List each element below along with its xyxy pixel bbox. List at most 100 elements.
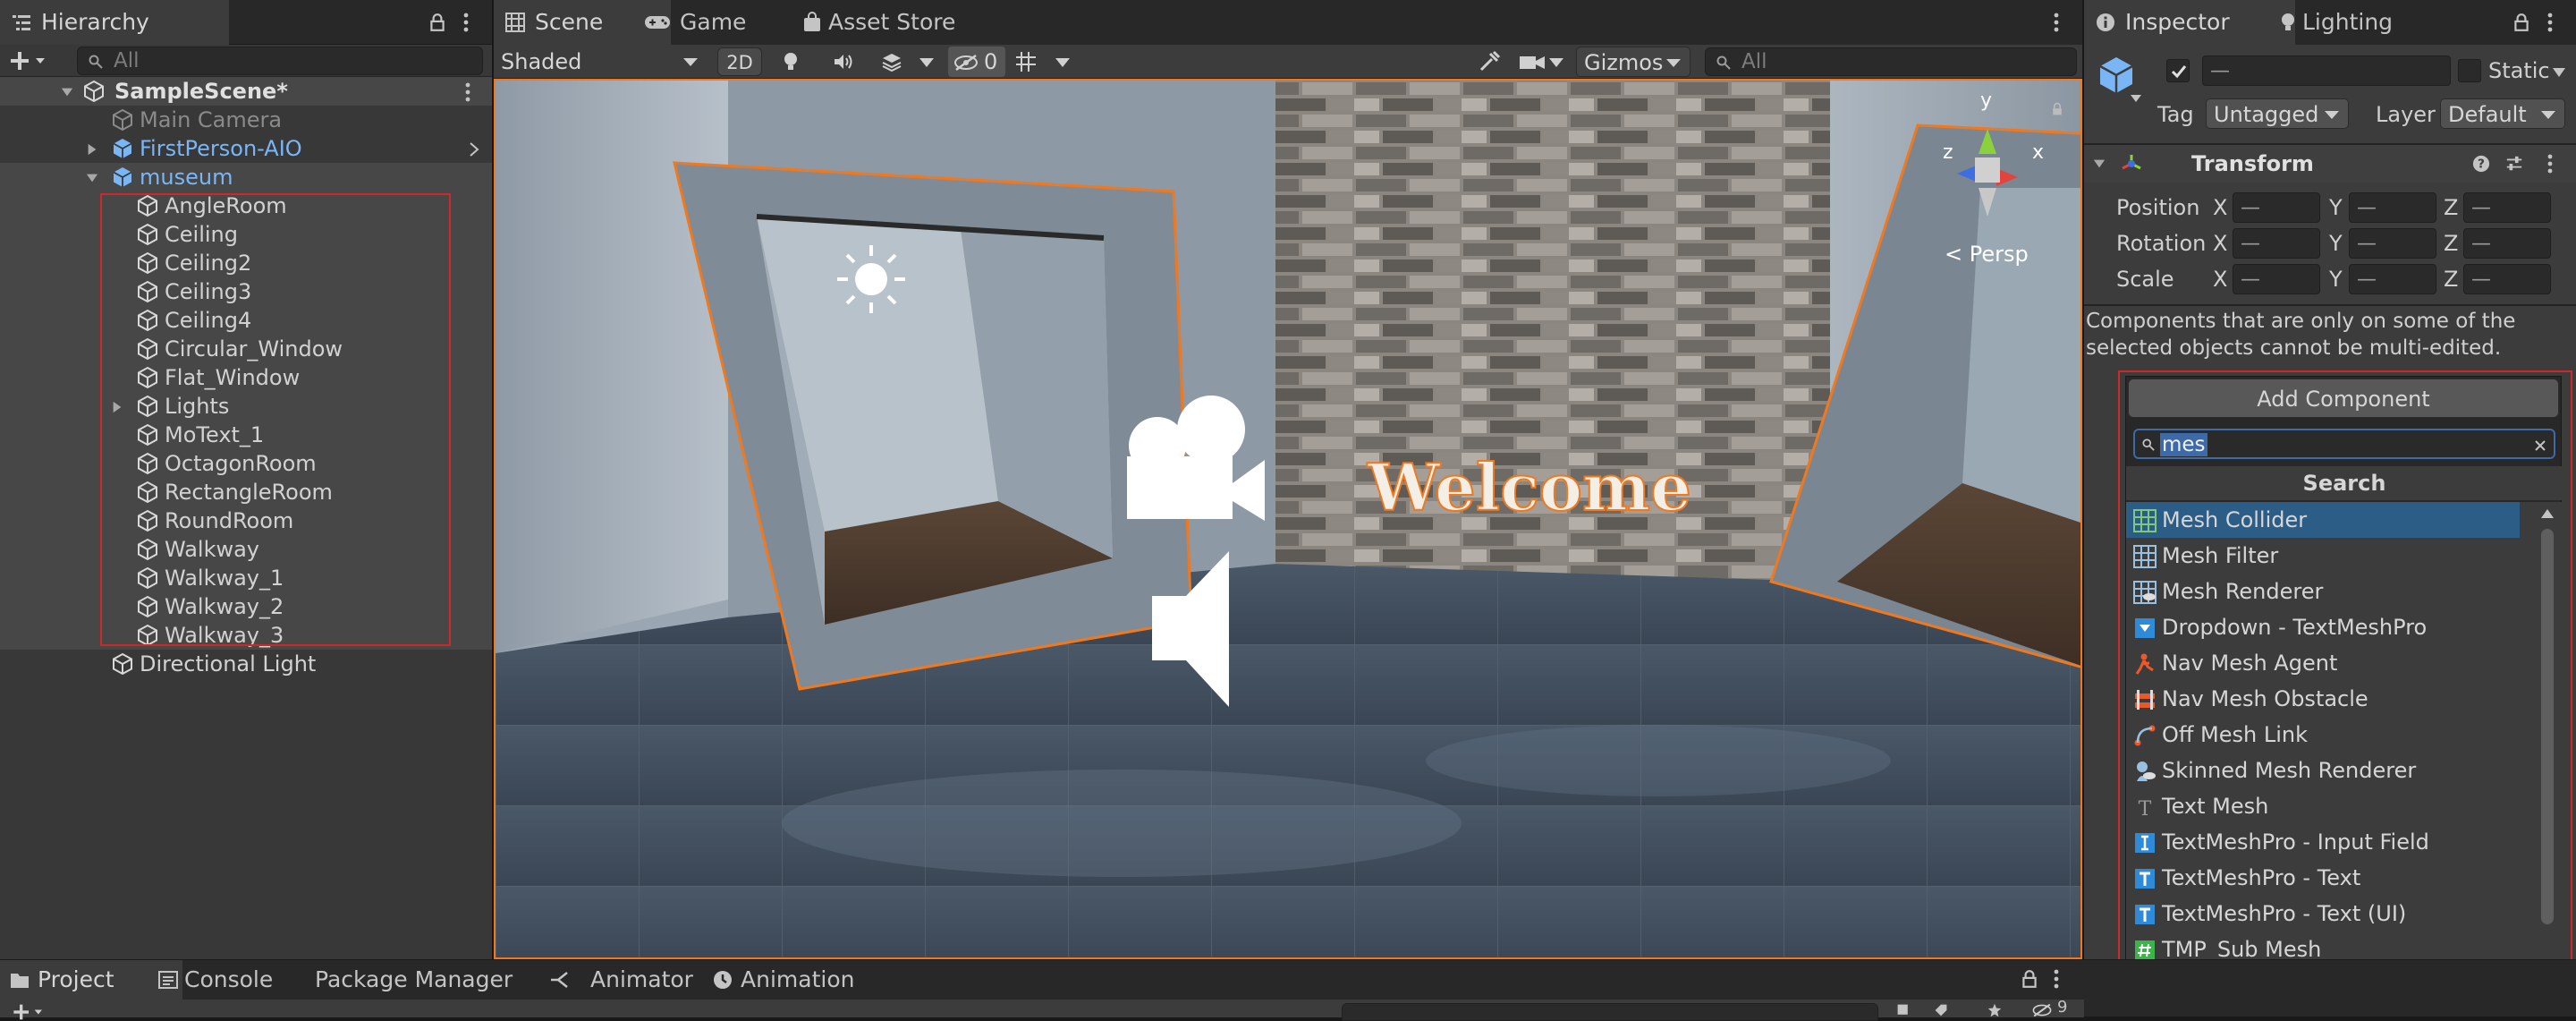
hierarchy-item[interactable]: Directional Light [0,650,492,678]
foldout-arrow-icon[interactable] [2093,157,2106,170]
filter-by-label-icon[interactable] [1932,1003,1950,1017]
effects-toggle-icon[interactable] [880,51,903,72]
favorites-star-icon[interactable] [1986,1003,2004,1017]
hierarchy-search-input[interactable]: All [77,47,483,75]
z-value-field[interactable]: — [2463,264,2551,294]
component-result-item[interactable]: T Text Mesh [2126,788,2520,824]
add-component-button[interactable]: Add Component [2128,379,2559,418]
toggle-2d-button[interactable]: 2D [717,47,762,76]
tag-dropdown[interactable]: Untagged [2206,98,2349,129]
scroll-up-icon[interactable] [2541,509,2554,518]
scene-root-row[interactable]: SampleScene* [0,77,492,106]
clear-search-icon[interactable] [2534,439,2546,452]
component-menu-icon[interactable] [2547,154,2553,174]
scene-menu-icon[interactable] [465,82,470,102]
inspector-more-icon[interactable] [2547,12,2553,33]
transform-row: Scale X — Y — Z — [2084,263,2576,295]
open-prefab-chevron-icon[interactable] [469,141,479,157]
shading-mode-dropdown[interactable]: Shaded [494,47,707,77]
static-dropdown-arrow-icon[interactable] [2553,68,2565,77]
component-result-item[interactable]: Skinned Mesh Renderer [2126,753,2520,788]
results-scrollbar[interactable] [2534,502,2561,982]
icon-dropdown-arrow-icon[interactable] [2131,95,2141,102]
component-result-item[interactable]: Nav Mesh Obstacle [2126,681,2520,717]
scene-more-options-icon[interactable] [2054,12,2059,33]
tab-asset-store[interactable]: Asset Store [780,0,1016,45]
scene-toolbar: Shaded 2D 0 Gizmos All [494,45,2082,79]
tab-package-manager[interactable]: Package Manager [286,960,538,1000]
inspector-lock-icon[interactable] [2512,13,2531,32]
camera-icon[interactable] [1519,54,1546,72]
help-icon[interactable]: ? [2472,155,2490,173]
project-search-input[interactable] [1342,1003,1878,1021]
bottom-lock-icon[interactable] [2020,969,2039,989]
y-value-field[interactable]: — [2349,264,2436,294]
presets-icon[interactable] [2504,155,2524,173]
gizmos-label: Gizmos [1584,50,1664,75]
lock-icon[interactable] [428,13,447,32]
hidden-objects-toggle[interactable]: 0 [948,47,1005,77]
mesh-collider-icon [2133,509,2157,532]
scene-search-input[interactable]: All [1705,47,2077,76]
camera-dropdown-arrow-icon[interactable] [1549,58,1563,67]
lighting-toggle-icon[interactable] [780,51,801,72]
audio-toggle-icon[interactable] [832,51,853,72]
clock-icon [714,971,732,989]
object-name-field[interactable]: — [2202,55,2451,86]
bottom-more-icon[interactable] [2054,968,2059,990]
grid-snap-icon[interactable] [1014,50,1038,73]
effects-dropdown-arrow-icon[interactable] [919,58,934,67]
gamepad-icon [645,16,670,29]
y-value-field[interactable]: — [2349,228,2436,259]
text-mesh-icon: T [2139,798,2152,819]
component-result-item[interactable]: Dropdown - TextMeshPro [2126,609,2520,645]
hidden-packages-icon[interactable] [2030,1003,2054,1017]
z-value-field[interactable]: — [2463,192,2551,223]
add-icon[interactable] [9,50,48,72]
results-list: Mesh Collider Mesh Filter Mesh Renderer Dro… [2126,502,2563,982]
component-result-item[interactable]: TextMeshPro - Input Field [2126,824,2520,860]
gizmo-lock-icon[interactable] [2050,102,2064,116]
y-value-field[interactable]: — [2349,192,2436,223]
hierarchy-item[interactable]: FirstPerson-AIO [0,134,492,163]
component-result-item[interactable]: Off Mesh Link [2126,717,2520,753]
tools-icon[interactable] [1478,50,1501,73]
x-value-field[interactable]: — [2233,264,2320,294]
collapsed-arrow-icon[interactable] [86,143,98,156]
tab-hierarchy[interactable]: Hierarchy [0,0,229,45]
scene-viewport[interactable]: Welcome y z x < Persp [494,79,2082,959]
tab-lighting[interactable]: Lighting [2258,0,2454,45]
x-value-field[interactable]: — [2233,228,2320,259]
component-result-item[interactable]: TextMeshPro - Text (UI) [2126,896,2520,932]
hierarchy-item[interactable]: museum [0,163,492,191]
component-result-label: TextMeshPro - Input Field [2162,830,2429,855]
expand-arrow-icon[interactable] [86,172,98,184]
component-result-item[interactable]: Mesh Collider [2126,502,2520,538]
component-result-item[interactable]: Mesh Filter [2126,538,2520,574]
component-result-item[interactable]: TextMeshPro - Text [2126,860,2520,896]
mixed-value: — [2241,233,2260,255]
project-add-icon[interactable] [9,1003,48,1021]
component-result-item[interactable]: Mesh Renderer [2126,574,2520,609]
layer-dropdown[interactable]: Default [2440,98,2565,129]
scene-render: Welcome [496,81,2080,957]
static-checkbox[interactable] [2458,59,2481,82]
hierarchy-item[interactable]: Main Camera [0,106,492,134]
gizmo-axis-z: z [1943,141,1953,164]
tab-animation[interactable]: Animation [667,960,919,1000]
transform-header[interactable]: Transform ? [2084,145,2576,183]
search-results-header: Search [2126,466,2563,500]
z-value-field[interactable]: — [2463,228,2551,259]
component-search-input[interactable]: mes [2133,429,2555,459]
filter-by-type-icon[interactable] [1894,1003,1912,1017]
persp-toggle[interactable]: < Persp [1945,242,2029,267]
expand-arrow-icon[interactable] [61,86,73,98]
gizmos-dropdown[interactable]: Gizmos [1576,47,1690,77]
more-options-icon[interactable] [463,12,469,33]
grid-dropdown-arrow-icon[interactable] [1055,58,1070,67]
hierarchy-toolbar: All [0,45,492,77]
active-checkbox[interactable] [2166,59,2190,82]
component-result-item[interactable]: Nav Mesh Agent [2126,645,2520,681]
x-value-field[interactable]: — [2233,192,2320,223]
scrollbar-thumb[interactable] [2541,529,2554,924]
